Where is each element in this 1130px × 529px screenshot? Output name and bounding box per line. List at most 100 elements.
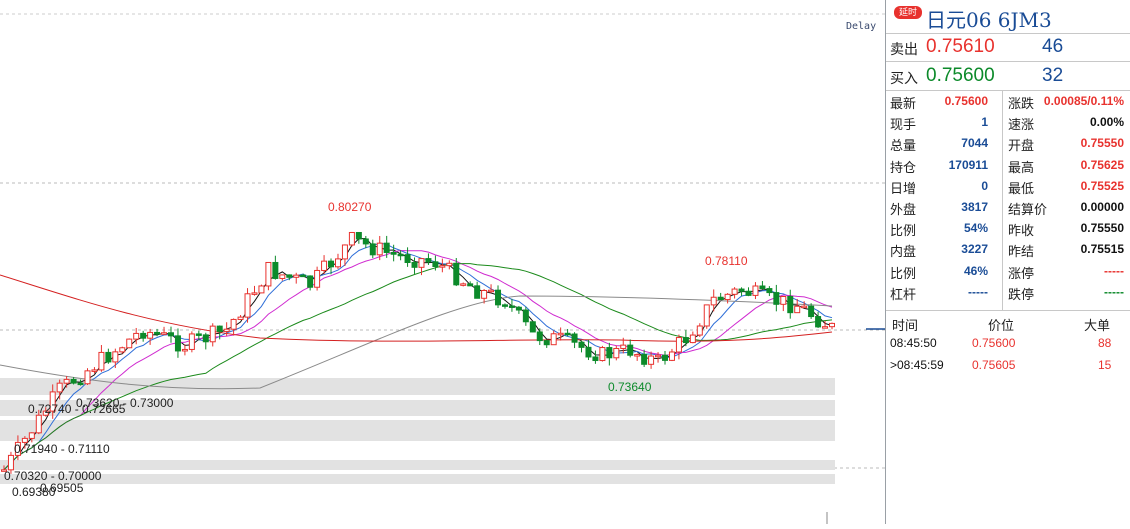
stat-value: 0.00000: [1080, 200, 1124, 214]
stat-value: 3227: [961, 242, 988, 257]
candle-up: [752, 285, 759, 296]
candle-down: [362, 238, 369, 245]
tick-price: 0.75600: [972, 336, 1016, 350]
stat-right-5: 结算价 0.00000: [1008, 196, 1126, 217]
candle-down: [383, 242, 390, 253]
delay-indicator: Delay: [846, 21, 877, 32]
delay-badge: 延时: [894, 6, 922, 19]
tick-price: 0.75605: [972, 358, 1016, 372]
stat-value: 7044: [961, 136, 988, 151]
candle-down: [286, 274, 293, 278]
candle-up: [550, 333, 557, 346]
candle-up: [28, 432, 35, 439]
tick-big: 88: [1098, 336, 1112, 350]
candle-down: [787, 296, 794, 314]
price-zone: [0, 460, 835, 470]
candle-up: [161, 332, 168, 335]
candle-down: [495, 289, 502, 306]
stat-right-7: 昨结 0.75515: [1008, 238, 1126, 259]
candle-up: [675, 337, 682, 353]
bid-label: 买入: [890, 70, 918, 86]
candle-up: [63, 378, 70, 384]
ticks-header: 时间 价位 大单: [886, 310, 1130, 333]
stat-value: -----: [1104, 263, 1124, 278]
stat-value: 0: [981, 178, 988, 193]
candle-down: [202, 334, 209, 343]
ask-row[interactable]: 卖出 0.75610 46: [886, 33, 1130, 62]
tick-row[interactable]: 08:45:50 0.75600 88: [886, 332, 1130, 354]
candle-down: [216, 325, 223, 332]
price-chart[interactable]: 0.80270 0.78110 0.73640 0.73620 - 0.73000 0.…: [0, 0, 885, 524]
stat-value: 46%: [963, 263, 988, 278]
stat-label: 最高: [1008, 159, 1035, 175]
stat-value: 0.75550: [1080, 221, 1124, 236]
candle-up: [237, 316, 244, 320]
candle-up: [731, 288, 738, 295]
candle-up: [98, 351, 105, 371]
stat-label: 最低: [1008, 180, 1035, 196]
candle-down: [369, 243, 376, 256]
stat-left-9: 杠杆 -----: [890, 281, 990, 302]
candle-down: [529, 321, 536, 333]
candle-up: [613, 347, 620, 359]
tick-time: >08:45:59: [890, 358, 944, 372]
stat-right-6: 昨收 0.75550: [1008, 217, 1126, 238]
candle-up: [84, 370, 91, 385]
tick-row[interactable]: >08:45:59 0.75605 15: [886, 354, 1130, 376]
stat-value: 0.00%: [1089, 115, 1124, 130]
stat-label: 外盘: [890, 202, 917, 217]
candle-down: [773, 292, 780, 305]
candle-down: [307, 275, 314, 288]
candle-up: [35, 414, 42, 434]
ask-price: 0.75610: [926, 36, 995, 57]
candle-down: [453, 262, 460, 286]
candle-down: [738, 288, 745, 292]
bid-row[interactable]: 买入 0.75600 32: [886, 62, 1130, 91]
stat-label: 日增: [890, 180, 917, 196]
stat-value: 0.75625: [1080, 157, 1124, 172]
candle-down: [564, 332, 571, 336]
candle-up: [557, 332, 564, 336]
stat-value: -----: [1104, 284, 1124, 299]
candle-up: [188, 333, 195, 350]
candle-down: [397, 253, 404, 257]
stat-right-1: 速涨 0.00%: [1008, 111, 1126, 132]
candle-down: [77, 382, 84, 386]
candle-down: [404, 254, 411, 264]
candle-up: [703, 304, 710, 327]
candle-up: [133, 332, 140, 340]
candle-up: [56, 382, 63, 393]
candle-down: [355, 231, 362, 240]
stat-label: 持仓: [890, 159, 917, 175]
candle-down: [808, 305, 815, 318]
candle-up: [488, 289, 495, 293]
stat-left-2: 总量 7044: [890, 132, 990, 153]
candle-up: [822, 326, 829, 329]
candle-down: [571, 333, 578, 343]
candle-up: [314, 269, 321, 288]
stat-label: 跌停: [1008, 286, 1035, 302]
candle-up: [655, 354, 662, 358]
candle-up: [710, 296, 717, 306]
candle-up: [7, 454, 14, 471]
candle-up: [223, 328, 230, 332]
candle-up: [244, 293, 251, 318]
contract-title[interactable]: 日元06 6JM3: [926, 4, 1052, 33]
candle-down: [745, 290, 752, 296]
price-zone: [0, 420, 835, 441]
peak-annotation: 0.78110: [705, 254, 748, 268]
zone-label: 0.69380: [12, 485, 56, 499]
candle-up: [334, 258, 341, 268]
stat-label: 内盘: [890, 244, 917, 260]
candle-down: [300, 274, 307, 278]
stat-value: 0.75550: [1080, 136, 1124, 151]
candle-down: [515, 306, 522, 311]
candle-down: [195, 333, 202, 336]
stat-left-8: 比例 46%: [890, 260, 990, 281]
stat-value: -----: [968, 284, 988, 299]
bid-volume: 32: [1042, 65, 1064, 86]
candle-down: [425, 258, 432, 263]
candlestick-chart[interactable]: 0.802700.781100.736400.73620 - 0.730000.…: [0, 0, 885, 524]
stat-left-7: 内盘 3227: [890, 238, 990, 259]
stat-value: 170911: [948, 157, 988, 172]
